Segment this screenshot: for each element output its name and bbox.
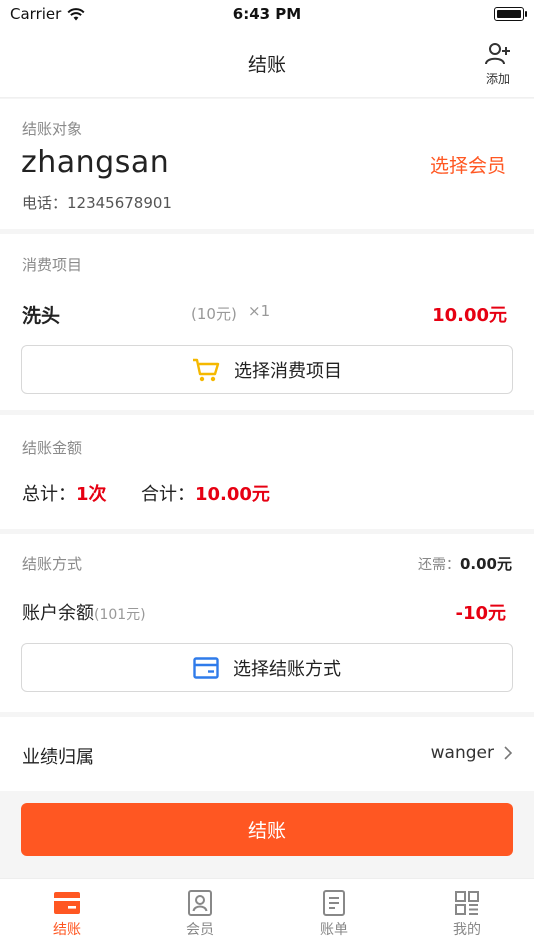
performance-row[interactable]: 业绩归属 wanger bbox=[0, 717, 534, 791]
member-phone: 电话：12345678901 bbox=[22, 194, 172, 212]
summary-section-label: 结账金额 bbox=[22, 439, 83, 457]
page-title: 结账 bbox=[247, 54, 286, 76]
performance-staff: wanger bbox=[430, 743, 494, 763]
item-quantity: ×1 bbox=[248, 302, 271, 320]
tab-checkout[interactable]: 结账 bbox=[22, 889, 112, 939]
grid-icon bbox=[455, 891, 479, 915]
add-member-button[interactable]: 添加 bbox=[476, 42, 520, 87]
clock: 6:43 PM bbox=[232, 5, 302, 23]
checkout-button[interactable]: 结账 bbox=[21, 803, 513, 856]
member-section: 结账对象 zhangsan 选择会员 电话：12345678901 bbox=[0, 99, 534, 229]
battery-icon bbox=[494, 7, 524, 21]
total-label: 合计： bbox=[141, 484, 195, 505]
cart-icon bbox=[193, 358, 220, 381]
tab-member[interactable]: 会员 bbox=[155, 889, 245, 939]
item-name: 洗头 bbox=[22, 305, 61, 327]
item-unit-price: (10元) bbox=[191, 305, 237, 323]
member-section-label: 结账对象 bbox=[22, 120, 83, 138]
tab-bar: 结账 会员 账单 我的 bbox=[0, 878, 534, 950]
bill-icon bbox=[323, 890, 345, 916]
add-user-icon bbox=[485, 43, 510, 65]
count-value: 1次 bbox=[76, 484, 107, 505]
performance-value: wanger bbox=[431, 743, 512, 763]
select-payment-button[interactable]: 选择结账方式 bbox=[21, 643, 513, 692]
payment-section-label: 结账方式 bbox=[22, 555, 83, 573]
select-payment-label: 选择结账方式 bbox=[233, 658, 341, 680]
count-label: 总计： bbox=[22, 484, 76, 505]
member-name: zhangsan bbox=[21, 145, 170, 180]
balance-amount: -10元 bbox=[455, 603, 506, 624]
member-icon bbox=[188, 890, 212, 916]
card-icon bbox=[54, 892, 80, 914]
total-value: 10.00元 bbox=[195, 484, 270, 505]
payment-section: 结账方式 还需：0.00元 账户余额(101元) -10元 选择结账方式 bbox=[0, 534, 534, 712]
items-section-label: 消费项目 bbox=[22, 256, 83, 274]
balance-sub: (101元) bbox=[94, 607, 146, 623]
tab-label: 结账 bbox=[53, 922, 81, 938]
card-icon bbox=[193, 656, 219, 679]
tab-label: 账单 bbox=[320, 922, 348, 938]
total-summary: 合计：10.00元 bbox=[141, 480, 270, 506]
remaining-amount: 还需：0.00元 bbox=[418, 553, 512, 574]
select-items-label: 选择消费项目 bbox=[234, 360, 342, 382]
nav-bar: 结账 添加 bbox=[0, 28, 534, 98]
tab-label: 我的 bbox=[453, 922, 481, 938]
balance-row: 账户余额(101元) bbox=[22, 599, 146, 625]
tab-label: 会员 bbox=[186, 922, 214, 938]
item-amount: 10.00元 bbox=[432, 305, 507, 326]
tab-bills[interactable]: 账单 bbox=[289, 889, 379, 939]
summary-section: 结账金额 总计：1次 合计：10.00元 bbox=[0, 415, 534, 529]
add-label: 添加 bbox=[485, 72, 510, 86]
remain-value: 0.00元 bbox=[459, 555, 512, 573]
chevron-right-icon bbox=[504, 746, 512, 760]
select-member-link[interactable]: 选择会员 bbox=[430, 151, 506, 178]
remain-label: 还需： bbox=[417, 557, 460, 573]
performance-label: 业绩归属 bbox=[22, 747, 94, 768]
balance-label: 账户余额 bbox=[22, 603, 94, 624]
items-section: 消费项目 洗头 (10元) ×1 10.00元 选择消费项目 bbox=[0, 234, 534, 410]
status-bar: Carrier 6:43 PM bbox=[0, 0, 534, 28]
select-items-button[interactable]: 选择消费项目 bbox=[21, 345, 513, 394]
tab-mine[interactable]: 我的 bbox=[422, 889, 512, 939]
count-summary: 总计：1次 bbox=[22, 480, 107, 506]
